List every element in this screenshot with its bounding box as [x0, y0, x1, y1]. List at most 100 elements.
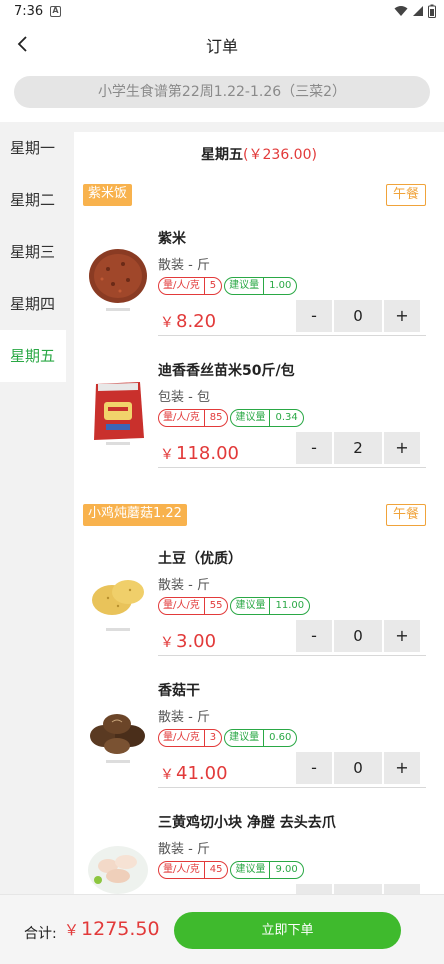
per-person-label: 量/人/克 — [163, 280, 200, 291]
currency-symbol: ￥ — [160, 315, 174, 331]
price-value: 41.00 — [176, 763, 228, 784]
menu-selector[interactable]: 小学生食谱第22周1.22-1.26（三菜2） — [14, 76, 430, 108]
per-person-chip: 量/人/克 3 — [158, 729, 223, 747]
place-order-button[interactable]: 立即下单 — [174, 912, 401, 949]
checkout-bar: 合计: ￥ 1275.50 立即下单 — [0, 894, 444, 964]
increase-button[interactable]: + — [384, 300, 420, 332]
quantity-stepper: - 0 + — [296, 620, 420, 652]
divider — [158, 655, 426, 656]
product-name: 土豆（优质） — [158, 551, 242, 567]
currency-symbol: ￥ — [160, 767, 174, 783]
quantity-stepper: - 2 + — [296, 432, 420, 464]
per-person-label: 量/人/克 — [163, 600, 200, 611]
currency-symbol: ￥ — [160, 447, 174, 463]
sidebar-item-thursday[interactable]: 星期四 — [0, 278, 66, 330]
product-spec: 包装 - 包 — [158, 390, 210, 405]
status-time: 7:36 — [14, 4, 44, 19]
currency-symbol: ￥ — [160, 635, 174, 651]
status-bar: 7:36 A — [0, 0, 444, 24]
quantity-input[interactable]: 0 — [334, 752, 382, 784]
product-spec: 散装 - 斤 — [158, 842, 210, 857]
quantity-stepper: - 0 + — [296, 752, 420, 784]
sidebar-item-monday[interactable]: 星期一 — [0, 122, 66, 174]
suggest-chip: 建议量 9.00 — [230, 861, 304, 879]
suggest-label: 建议量 — [235, 864, 266, 875]
increase-button[interactable] — [384, 884, 420, 894]
decrease-button[interactable]: - — [296, 432, 332, 464]
decrease-button[interactable]: - — [296, 300, 332, 332]
increase-button[interactable]: + — [384, 752, 420, 784]
quantity-input[interactable] — [334, 884, 382, 894]
product-item: 土豆（优质） 散装 - 斤 量/人/克 55 建议量 11.00 ￥ 3.00 - 0… — [74, 548, 444, 680]
price-value: 8.20 — [176, 311, 217, 332]
suggest-label: 建议量 — [235, 600, 266, 611]
day-header: 星期五(￥236.00) — [74, 144, 444, 164]
per-person-label: 量/人/克 — [163, 732, 200, 743]
purple-rice-image — [86, 244, 150, 316]
product-item: 香菇干 散装 - 斤 量/人/克 3 建议量 0.60 ￥ 41.00 - 0 + — [74, 680, 444, 812]
per-person-chip: 量/人/克 5 — [158, 277, 223, 295]
notification-a-icon: A — [50, 6, 61, 17]
currency-symbol: ￥ — [64, 921, 80, 939]
per-person-value: 5 — [203, 278, 221, 294]
system-icons — [394, 4, 436, 18]
per-person-value: 85 — [203, 410, 228, 426]
product-spec: 散装 - 斤 — [158, 258, 210, 273]
decrease-button[interactable]: - — [296, 620, 332, 652]
suggest-label: 建议量 — [229, 732, 260, 743]
day-name: 星期五 — [201, 147, 244, 163]
product-price: ￥ 8.20 — [160, 311, 216, 332]
page-title: 订单 — [205, 37, 238, 56]
per-person-chip: 量/人/克 45 — [158, 861, 229, 879]
day-price: ￥236.00 — [248, 147, 312, 163]
increase-button[interactable]: + — [384, 432, 420, 464]
decrease-button[interactable]: - — [296, 752, 332, 784]
rice-bag-image — [86, 376, 150, 448]
product-item: 迪香香丝苗米50斤/包 包装 - 包 量/人/克 85 建议量 0.34 ￥ 118.… — [74, 360, 444, 492]
suggest-label: 建议量 — [229, 280, 260, 291]
sidebar-item-wednesday[interactable]: 星期三 — [0, 226, 66, 278]
quantity-chips: 量/人/克 55 建议量 11.00 — [158, 597, 311, 615]
price-value: 3.00 — [176, 631, 217, 652]
wifi-icon — [394, 6, 408, 16]
per-person-chip: 量/人/克 55 — [158, 597, 229, 615]
product-item: 三黄鸡切小块 净膛 去头去爪 散装 - 斤 量/人/克 45 建议量 9.00 — [74, 812, 444, 894]
per-person-value: 3 — [203, 730, 221, 746]
product-spec: 散装 - 斤 — [158, 578, 210, 593]
product-name: 三黄鸡切小块 净膛 去头去爪 — [158, 815, 336, 831]
quantity-input[interactable]: 2 — [334, 432, 382, 464]
per-person-value: 55 — [203, 598, 228, 614]
divider — [158, 787, 426, 788]
suggest-value: 9.00 — [269, 862, 302, 878]
menu-selector-area: 小学生食谱第22周1.22-1.26（三菜2） — [0, 64, 444, 122]
sidebar-item-friday[interactable]: 星期五 — [0, 330, 66, 382]
dish-tag: 小鸡炖蘑菇1.22 — [83, 504, 187, 526]
quantity-stepper — [296, 884, 420, 894]
quantity-input[interactable]: 0 — [334, 620, 382, 652]
decrease-button[interactable] — [296, 884, 332, 894]
per-person-chip: 量/人/克 85 — [158, 409, 229, 427]
quantity-input[interactable]: 0 — [334, 300, 382, 332]
suggest-value: 1.00 — [263, 278, 296, 294]
suggest-value: 0.60 — [263, 730, 296, 746]
chicken-pieces-image — [86, 828, 150, 894]
increase-button[interactable]: + — [384, 620, 420, 652]
per-person-label: 量/人/克 — [163, 412, 200, 423]
potato-image — [86, 564, 150, 636]
suggest-chip: 建议量 0.60 — [224, 729, 298, 747]
suggest-chip: 建议量 1.00 — [224, 277, 298, 295]
quantity-chips: 量/人/克 85 建议量 0.34 — [158, 409, 304, 427]
battery-icon — [428, 4, 436, 18]
total-amount: ￥ 1275.50 — [64, 918, 160, 940]
product-item: 紫米 散装 - 斤 量/人/克 5 建议量 1.00 ￥ 8.20 - 0 + — [74, 228, 444, 360]
order-content: 星期五(￥236.00) 紫米饭 午餐 紫米 散装 - 斤 量/人/克 5 建议量… — [74, 132, 444, 894]
sidebar-item-tuesday[interactable]: 星期二 — [0, 174, 66, 226]
app-bar: 订单 — [0, 24, 444, 64]
day-price-close: ) — [311, 147, 317, 163]
product-name: 紫米 — [158, 231, 186, 247]
quantity-chips: 量/人/克 3 建议量 0.60 — [158, 729, 298, 747]
total-value: 1275.50 — [81, 918, 160, 940]
price-value: 118.00 — [176, 443, 239, 464]
total-label: 合计: — [24, 926, 57, 942]
suggest-chip: 建议量 0.34 — [230, 409, 304, 427]
